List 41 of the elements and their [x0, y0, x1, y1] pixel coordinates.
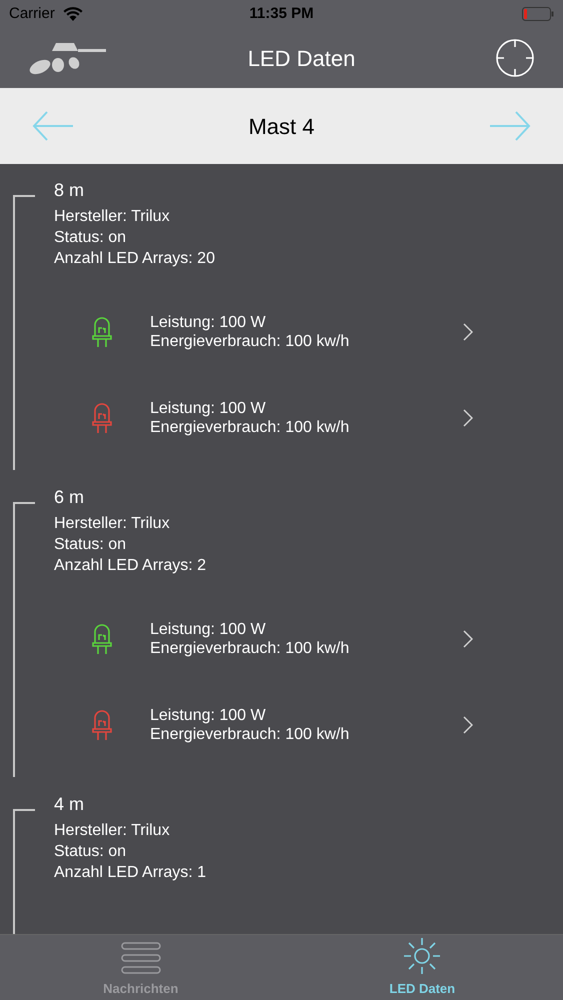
led-info-text: Leistung: 100 W — [150, 313, 266, 332]
locate-button[interactable] — [495, 38, 535, 78]
led-info-text: Energieverbrauch: 100 kw/h — [150, 332, 350, 351]
battery-icon — [522, 7, 554, 21]
led-info-text: Energieverbrauch: 100 kw/h — [150, 725, 350, 744]
height-title: 6 m — [54, 486, 84, 509]
chevron-right-icon — [463, 630, 473, 648]
right-arrow-icon — [489, 111, 531, 141]
led-info-text: Energieverbrauch: 100 kw/h — [150, 639, 350, 658]
detail-text: Status: on — [54, 842, 126, 862]
clock-time: 11:35 PM — [248, 4, 315, 24]
led-info-text: Leistung: 100 W — [150, 706, 266, 725]
crosshair-icon — [495, 38, 535, 78]
height-title: 8 m — [54, 179, 84, 202]
led-row[interactable]: Leistung: 100 W Energieverbrauch: 100 kw/h — [54, 289, 563, 375]
detail-text: Status: on — [54, 228, 126, 248]
detail-text: Hersteller: Trilux — [54, 207, 170, 227]
detail-text: Anzahl LED Arrays: 1 — [54, 863, 206, 883]
height-title: 4 m — [54, 793, 84, 816]
screen-title: LED Daten — [246, 44, 356, 72]
led-row[interactable]: Leistung: 100 W Energieverbrauch: 100 kw/h — [54, 596, 563, 682]
carrier-label: Carrier — [9, 4, 55, 24]
mast-title: Mast 4 — [247, 112, 316, 140]
detail-text: Hersteller: Trilux — [54, 514, 170, 534]
chevron-right-icon — [463, 323, 473, 341]
led-info-text: Leistung: 100 W — [150, 620, 266, 639]
led-row[interactable]: Leistung: 100 W Energieverbrauch: 100 kw/h — [54, 682, 563, 768]
tab-item[interactable]: LED Daten — [282, 935, 563, 1000]
detail-text: Status: on — [54, 535, 126, 555]
chevron-right-icon — [463, 409, 473, 427]
led-info-text: Leistung: 100 W — [150, 399, 266, 418]
sun-icon — [403, 936, 442, 974]
led-row[interactable]: Leistung: 100 W Energieverbrauch: 100 kw/h — [54, 375, 563, 461]
wifi-icon — [62, 7, 83, 21]
left-arrow-icon — [32, 111, 74, 141]
menu-icon — [120, 940, 161, 974]
detail-text: Hersteller: Trilux — [54, 821, 170, 841]
chevron-right-icon — [463, 716, 473, 734]
detail-text: Anzahl LED Arrays: 20 — [54, 249, 215, 269]
led-info-text: Energieverbrauch: 100 kw/h — [150, 418, 350, 437]
detail-text: Anzahl LED Arrays: 2 — [54, 556, 206, 576]
